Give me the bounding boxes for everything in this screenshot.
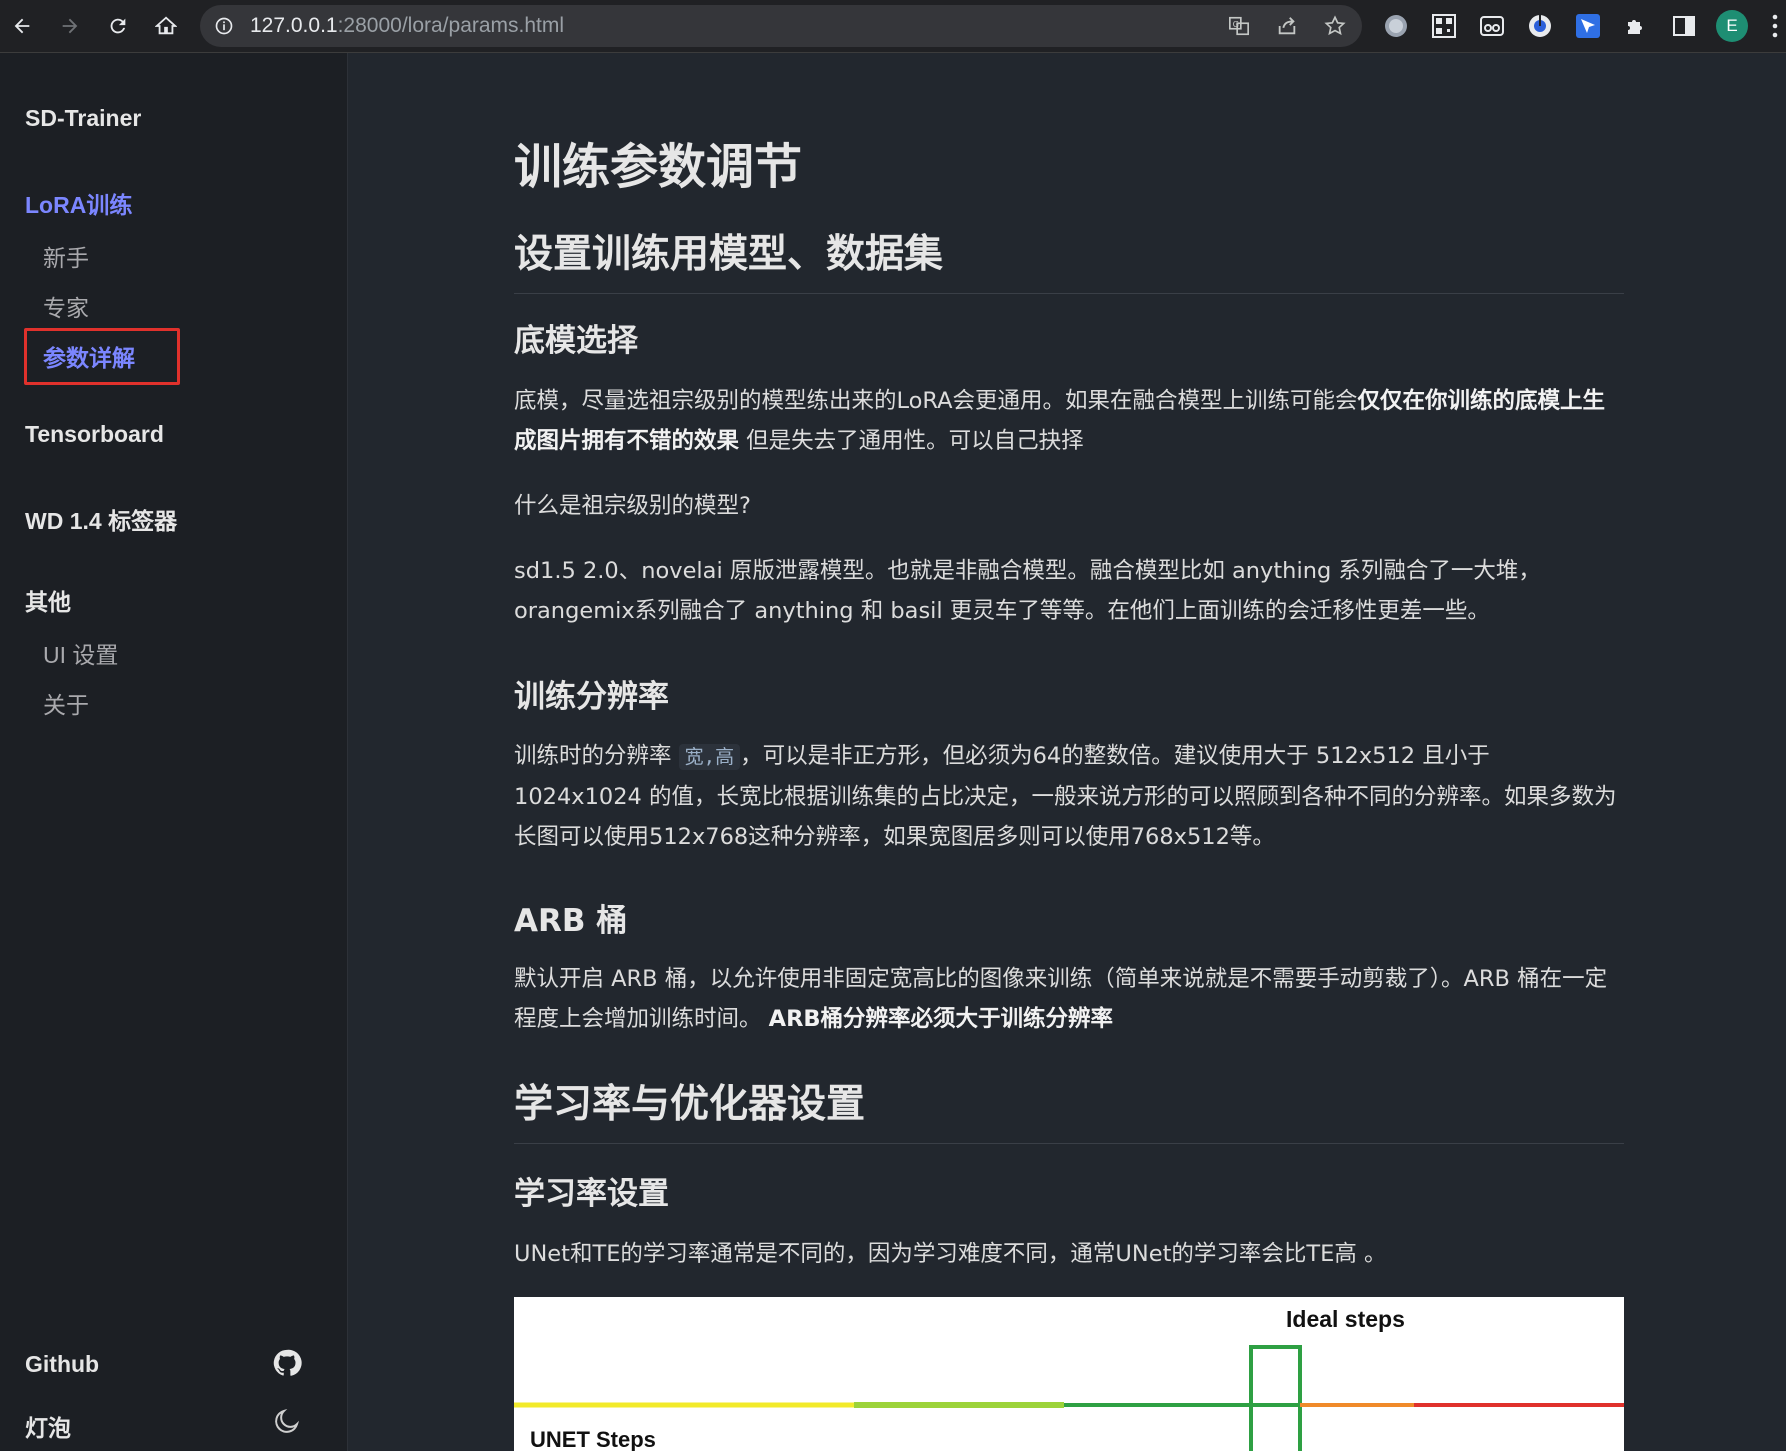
main-content: 训练参数调节 设置训练用模型、数据集 底模选择 底模，尽量选祖宗级别的模型练出来… xyxy=(349,53,1786,1451)
glasses-extension-icon[interactable] xyxy=(1478,12,1506,40)
github-icon[interactable] xyxy=(272,1348,302,1378)
annotation-highlight-box xyxy=(24,328,180,385)
home-icon xyxy=(155,16,177,35)
heading-lr: 学习率设置 xyxy=(514,1176,669,1212)
browser-toolbar: 127.0.0.1:28000/lora/params.html G E xyxy=(0,0,1786,53)
info-icon[interactable] xyxy=(214,16,234,36)
theme-toggle-label[interactable]: 灯泡 xyxy=(25,1409,71,1443)
paragraph-base-model-examples: sd1.5 2.0、novelai 原版泄露模型。也就是非融合模型。融合模型比如… xyxy=(514,558,1541,624)
moon-icon[interactable] xyxy=(272,1406,302,1436)
heading-arb: ARB 桶 xyxy=(514,903,628,939)
unet-steps-label: UNET Steps xyxy=(530,1427,656,1451)
home-button[interactable] xyxy=(150,10,182,42)
inline-code: 宽,高 xyxy=(678,744,741,770)
menu-dots-icon[interactable] xyxy=(1770,12,1780,40)
paragraph-lr: UNet和TE的学习率通常是不同的，因为学习难度不同，通常UNet的学习率会比T… xyxy=(514,1241,1387,1267)
section-heading-model-dataset: 设置训练用模型、数据集 xyxy=(514,223,1624,294)
translate-extension-icon[interactable] xyxy=(1526,12,1554,40)
arrow-right-icon xyxy=(62,18,78,34)
sidebar-item-ui-settings[interactable]: UI 设置 xyxy=(43,636,118,670)
sidebar-item-tensorboard[interactable]: Tensorboard xyxy=(25,421,164,448)
page-title: 训练参数调节 xyxy=(514,139,803,195)
lr-steps-figure: Ideal steps UNET Steps xyxy=(514,1297,1624,1451)
ideal-steps-box xyxy=(1249,1345,1302,1451)
forward-button[interactable] xyxy=(54,10,86,42)
sidebar-item-beginner[interactable]: 新手 xyxy=(43,239,89,273)
sidebar-group-other[interactable]: 其他 xyxy=(25,583,71,617)
heading-resolution: 训练分辨率 xyxy=(514,679,669,715)
svg-text:G: G xyxy=(1233,19,1239,29)
ideal-steps-label: Ideal steps xyxy=(1286,1306,1405,1332)
sidebar-group-lora[interactable]: LoRA训练 xyxy=(25,186,132,220)
sidebar: SD-Trainer LoRA训练 新手 专家 参数详解 Tensorboard… xyxy=(0,53,348,1451)
reload-icon xyxy=(110,18,126,34)
paragraph-arb: 默认开启 ARB 桶，以允许使用非固定宽高比的图像来训练（简单来说就是不需要手动… xyxy=(514,966,1608,1032)
github-link[interactable]: Github xyxy=(25,1351,99,1378)
back-button[interactable] xyxy=(6,10,38,42)
address-bar[interactable]: 127.0.0.1:28000/lora/params.html G xyxy=(200,5,1362,47)
side-panel-icon[interactable] xyxy=(1670,12,1698,40)
arrow-left-icon xyxy=(14,18,30,34)
extension-circle-icon[interactable] xyxy=(1382,12,1410,40)
qr-code-icon[interactable] xyxy=(1430,12,1458,40)
steps-diagram: Ideal steps UNET Steps xyxy=(514,1306,1624,1451)
sidebar-item-tagger[interactable]: WD 1.4 标签器 xyxy=(25,502,177,536)
paragraph-what-is-base: 什么是祖宗级别的模型? xyxy=(514,493,751,519)
cursor-extension-icon[interactable] xyxy=(1574,12,1602,40)
reload-button[interactable] xyxy=(102,10,134,42)
share-icon[interactable] xyxy=(1276,15,1298,37)
sidebar-item-expert[interactable]: 专家 xyxy=(43,289,89,323)
translate-icon[interactable]: G xyxy=(1228,15,1250,37)
paragraph-base-model: 底模，尽量选祖宗级别的模型练出来的LoRA会更通用。如果在融合模型上训练可能会仅… xyxy=(514,388,1606,454)
url-text: 127.0.0.1:28000/lora/params.html xyxy=(250,14,565,37)
heading-base-model: 底模选择 xyxy=(514,323,638,359)
paragraph-resolution: 训练时的分辨率 宽,高 ，可以是非正方形，但必须为64的整数倍。建议使用大于 51… xyxy=(514,743,1617,850)
site-title[interactable]: SD-Trainer xyxy=(25,105,141,132)
section-heading-lr-optimizer: 学习率与优化器设置 xyxy=(514,1073,1624,1144)
bookmark-star-icon[interactable] xyxy=(1324,15,1346,37)
profile-avatar[interactable]: E xyxy=(1716,10,1748,42)
sidebar-item-about[interactable]: 关于 xyxy=(43,686,89,720)
puzzle-extensions-icon[interactable] xyxy=(1622,12,1650,40)
